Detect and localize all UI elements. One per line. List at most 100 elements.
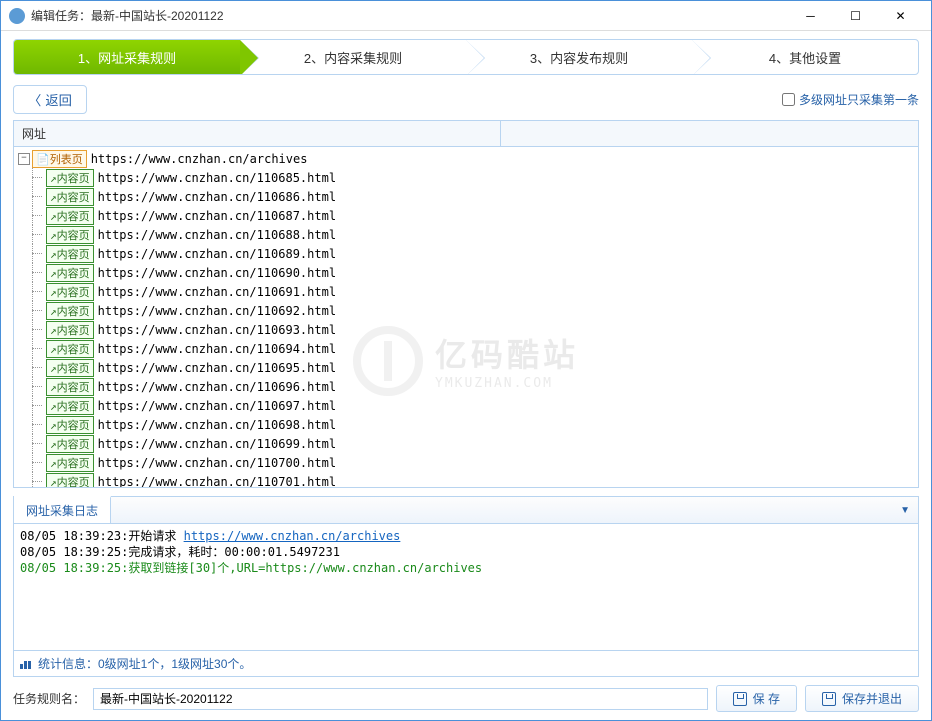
expand-icon[interactable]: − xyxy=(18,153,30,165)
save-exit-button[interactable]: 保存并退出 xyxy=(805,685,919,712)
tree-child-node[interactable]: ↗内容页 https://www.cnzhan.cn/110697.html xyxy=(18,396,914,415)
content-page-tag: ↗内容页 xyxy=(46,340,94,358)
content-page-tag: ↗内容页 xyxy=(46,435,94,453)
child-url: https://www.cnzhan.cn/110686.html xyxy=(98,190,336,204)
toolbar: 〈 返回 多级网址只采集第一条 xyxy=(13,85,919,114)
content-page-tag: ↗内容页 xyxy=(46,188,94,206)
tab-url-rules[interactable]: 1、网址采集规则 xyxy=(14,40,240,74)
tree-child-node[interactable]: ↗内容页 https://www.cnzhan.cn/110699.html xyxy=(18,434,914,453)
minimize-button[interactable]: ─ xyxy=(788,2,833,30)
save-icon xyxy=(733,692,747,706)
tree-child-node[interactable]: ↗内容页 https://www.cnzhan.cn/110693.html xyxy=(18,320,914,339)
tab-label: 1、网址采集规则 xyxy=(78,48,176,67)
tree-child-node[interactable]: ↗内容页 https://www.cnzhan.cn/110698.html xyxy=(18,415,914,434)
log-ts: 08/05 18:39:23: xyxy=(20,529,128,543)
content-page-tag: ↗内容页 xyxy=(46,321,94,339)
child-url: https://www.cnzhan.cn/110685.html xyxy=(98,171,336,185)
child-url: https://www.cnzhan.cn/110687.html xyxy=(98,209,336,223)
multilevel-checkbox-row[interactable]: 多级网址只采集第一条 xyxy=(782,91,919,108)
log-body[interactable]: 08/05 18:39:23:开始请求 https://www.cnzhan.c… xyxy=(14,524,918,650)
log-ts: 08/05 18:39:25: xyxy=(20,545,128,559)
save-label: 保 存 xyxy=(753,690,780,707)
content-page-tag: ↗内容页 xyxy=(46,207,94,225)
content-page-tag: ↗内容页 xyxy=(46,397,94,415)
url-grid: 网址 亿码酷站 YMKUZHAN.COM −📄列表页https://www.cn… xyxy=(13,120,919,488)
tree-child-node[interactable]: ↗内容页 https://www.cnzhan.cn/110701.html xyxy=(18,472,914,487)
task-name-label: 任务规则名： xyxy=(13,690,85,707)
content-area: 1、网址采集规则 2、内容采集规则 3、内容发布规则 4、其他设置 〈 返回 多… xyxy=(1,31,931,720)
back-button[interactable]: 〈 返回 xyxy=(13,85,87,114)
close-button[interactable]: ✕ xyxy=(878,2,923,30)
tab-label: 2、内容采集规则 xyxy=(304,48,402,67)
tab-label: 4、其他设置 xyxy=(769,48,841,67)
child-url: https://www.cnzhan.cn/110698.html xyxy=(98,418,336,432)
log-line: 08/05 18:39:25:完成请求，耗时：00:00:01.5497231 xyxy=(20,544,912,560)
tree-root-node[interactable]: −📄列表页 https://www.cnzhan.cn/archives xyxy=(18,149,914,168)
log-footer: 统计信息：0级网址1个，1级网址30个。 xyxy=(14,650,918,676)
child-url: https://www.cnzhan.cn/110694.html xyxy=(98,342,336,356)
tree-child-node[interactable]: ↗内容页 https://www.cnzhan.cn/110694.html xyxy=(18,339,914,358)
content-page-tag: ↗内容页 xyxy=(46,454,94,472)
url-tree: −📄列表页https://www.cnzhan.cn/archives↗内容页h… xyxy=(14,147,918,487)
app-icon xyxy=(9,8,25,24)
bottom-bar: 任务规则名： 保 存 保存并退出 xyxy=(13,677,919,712)
child-url: https://www.cnzhan.cn/110696.html xyxy=(98,380,336,394)
stats-icon xyxy=(20,659,32,669)
log-tab[interactable]: 网址采集日志 xyxy=(14,496,111,523)
stats-text: 统计信息：0级网址1个，1级网址30个。 xyxy=(38,655,251,672)
tree-child-node[interactable]: ↗内容页https://www.cnzhan.cn/110695.html xyxy=(18,358,914,377)
tree-child-node[interactable]: ↗内容页 https://www.cnzhan.cn/110685.html xyxy=(18,168,914,187)
log-line: 08/05 18:39:23:开始请求 https://www.cnzhan.c… xyxy=(20,528,912,544)
content-page-tag: ↗内容页 xyxy=(46,378,94,396)
col-url[interactable]: 网址 xyxy=(14,121,501,146)
save-button[interactable]: 保 存 xyxy=(716,685,797,712)
checkbox-label: 多级网址只采集第一条 xyxy=(799,91,919,108)
content-page-tag: ↗内容页 xyxy=(46,169,94,187)
tree-child-node[interactable]: ↗内容页https://www.cnzhan.cn/110691.html xyxy=(18,282,914,301)
tree-child-node[interactable]: ↗内容页https://www.cnzhan.cn/110692.html xyxy=(18,301,914,320)
save-icon xyxy=(822,692,836,706)
content-page-tag: ↗内容页 xyxy=(46,302,94,320)
child-url: https://www.cnzhan.cn/110701.html xyxy=(98,475,336,488)
grid-body[interactable]: 亿码酷站 YMKUZHAN.COM −📄列表页https://www.cnzha… xyxy=(14,147,918,487)
wizard-tabs: 1、网址采集规则 2、内容采集规则 3、内容发布规则 4、其他设置 xyxy=(13,39,919,75)
list-page-tag: 📄列表页 xyxy=(32,150,87,168)
log-panel: 网址采集日志 ▼ 08/05 18:39:23:开始请求 https://www… xyxy=(13,496,919,677)
tree-child-node[interactable]: ↗内容页https://www.cnzhan.cn/110688.html xyxy=(18,225,914,244)
tree-child-node[interactable]: ↗内容页 https://www.cnzhan.cn/110687.html xyxy=(18,206,914,225)
window-controls: ─ ☐ ✕ xyxy=(788,2,923,30)
collapse-icon[interactable]: ▼ xyxy=(892,505,918,516)
save-exit-label: 保存并退出 xyxy=(842,690,902,707)
col-spacer xyxy=(501,121,517,146)
tree-child-node[interactable]: ↗内容页https://www.cnzhan.cn/110689.html xyxy=(18,244,914,263)
child-url: https://www.cnzhan.cn/110689.html xyxy=(98,247,336,261)
log-link[interactable]: https://www.cnzhan.cn/archives xyxy=(184,529,401,543)
window-title: 编辑任务：最新-中国站长-20201122 xyxy=(31,7,788,24)
tree-child-node[interactable]: ↗内容页https://www.cnzhan.cn/110700.html xyxy=(18,453,914,472)
tree-child-node[interactable]: ↗内容页 https://www.cnzhan.cn/110686.html xyxy=(18,187,914,206)
tree-child-node[interactable]: ↗内容页 https://www.cnzhan.cn/110696.html xyxy=(18,377,914,396)
child-url: https://www.cnzhan.cn/110699.html xyxy=(98,437,336,451)
content-page-tag: ↗内容页 xyxy=(46,264,94,282)
app-window: 编辑任务：最新-中国站长-20201122 ─ ☐ ✕ 1、网址采集规则 2、内… xyxy=(0,0,932,721)
tree-child-node[interactable]: ↗内容页 https://www.cnzhan.cn/110690.html xyxy=(18,263,914,282)
multilevel-checkbox[interactable] xyxy=(782,93,795,106)
maximize-button[interactable]: ☐ xyxy=(833,2,878,30)
titlebar: 编辑任务：最新-中国站长-20201122 ─ ☐ ✕ xyxy=(1,1,931,31)
task-name-input[interactable] xyxy=(93,688,708,710)
log-ts: 08/05 18:39:25: xyxy=(20,561,128,575)
content-page-tag: ↗内容页 xyxy=(46,473,94,488)
child-url: https://www.cnzhan.cn/110693.html xyxy=(98,323,336,337)
back-label: 返回 xyxy=(45,90,72,109)
root-url: https://www.cnzhan.cn/archives xyxy=(91,152,308,166)
tab-other-settings[interactable]: 4、其他设置 xyxy=(692,40,918,74)
tab-content-rules[interactable]: 2、内容采集规则 xyxy=(240,40,466,74)
child-url: https://www.cnzhan.cn/110695.html xyxy=(98,361,336,375)
log-header: 网址采集日志 ▼ xyxy=(14,497,918,524)
child-url: https://www.cnzhan.cn/110697.html xyxy=(98,399,336,413)
child-url: https://www.cnzhan.cn/110690.html xyxy=(98,266,336,280)
tab-publish-rules[interactable]: 3、内容发布规则 xyxy=(466,40,692,74)
log-line: 08/05 18:39:25:获取到链接[30]个,URL=https://ww… xyxy=(20,560,912,576)
content-page-tag: ↗内容页 xyxy=(46,416,94,434)
grid-header: 网址 xyxy=(14,121,918,147)
